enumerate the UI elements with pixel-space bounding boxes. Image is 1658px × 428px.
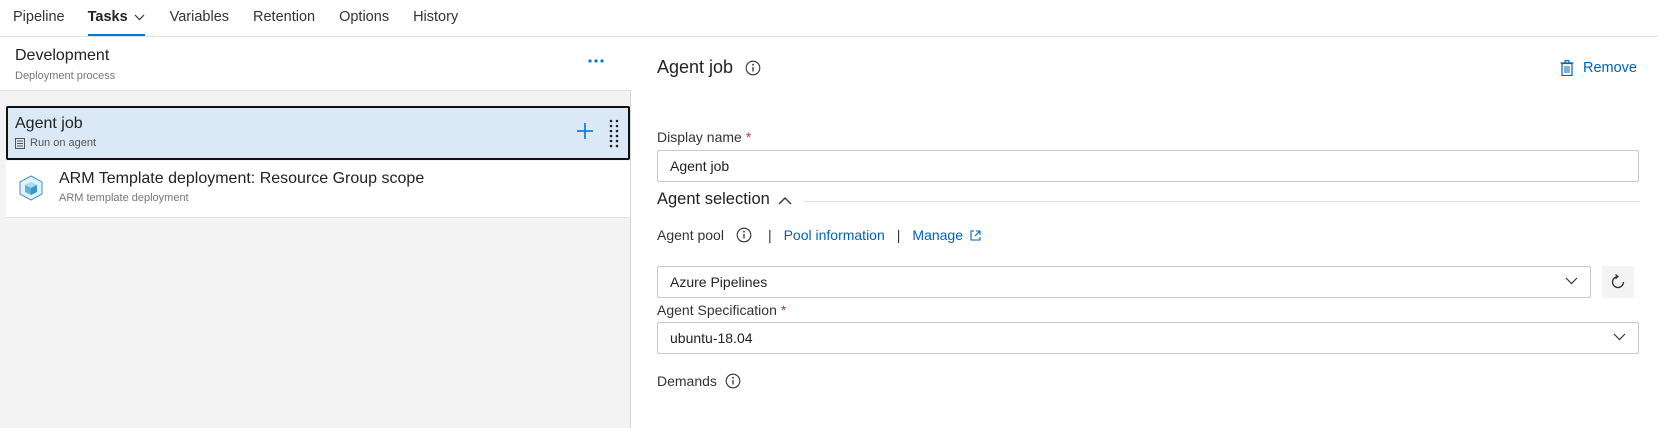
info-icon[interactable] [736, 227, 752, 243]
agent-pool-select[interactable]: Azure Pipelines [657, 266, 1591, 298]
required-marker: * [780, 302, 787, 318]
chevron-down-icon [1565, 277, 1578, 285]
info-icon[interactable] [745, 60, 761, 76]
section-title: Agent selection [657, 190, 770, 208]
arm-template-icon [19, 175, 43, 201]
tasks-panel: Development Deployment process Agent job… [0, 38, 631, 428]
agent-pool-row: Agent pool | Pool information | Manage [657, 227, 981, 243]
stage-title: Development [15, 47, 110, 64]
tab-history[interactable]: History [413, 0, 458, 36]
pool-information-link[interactable]: Pool information [784, 227, 885, 243]
server-icon [15, 137, 25, 149]
remove-button[interactable]: Remove [1560, 60, 1637, 76]
ellipsis-icon [588, 59, 604, 63]
tab-pipeline[interactable]: Pipeline [13, 0, 65, 36]
tab-bar: Pipeline Tasks Variables Retention Optio… [0, 0, 1658, 37]
task-item-arm-deployment[interactable]: ARM Template deployment: Resource Group … [6, 161, 630, 218]
chevron-up-icon[interactable] [778, 196, 792, 205]
display-name-input[interactable]: Agent job [657, 150, 1639, 182]
info-icon[interactable] [725, 373, 741, 389]
tab-options[interactable]: Options [339, 0, 389, 36]
required-marker: * [745, 129, 752, 145]
task-title: ARM Template deployment: Resource Group … [59, 170, 425, 187]
refresh-icon [1611, 273, 1625, 289]
drag-handle-icon[interactable] [608, 118, 620, 150]
tab-retention[interactable]: Retention [253, 0, 315, 36]
display-name-label: Display name * [657, 129, 752, 145]
tab-variables[interactable]: Variables [170, 0, 229, 36]
stage-subtitle: Deployment process [15, 70, 116, 82]
demands-row: Demands [657, 373, 741, 389]
agent-job-item[interactable]: Agent job Run on agent [6, 106, 630, 160]
agent-spec-select[interactable]: ubuntu-18.04 [657, 322, 1639, 354]
details-title: Agent job [657, 57, 761, 78]
task-subtitle: ARM template deployment [59, 192, 189, 204]
refresh-button[interactable] [1602, 266, 1634, 298]
external-link-icon [970, 229, 981, 241]
more-options-button[interactable] [586, 50, 606, 70]
agent-selection-section: Agent selection [657, 190, 1639, 209]
add-task-icon[interactable] [574, 120, 596, 142]
agent-job-subtitle: Run on agent [15, 137, 96, 149]
tab-tasks[interactable]: Tasks [87, 0, 145, 36]
job-details-panel: Agent job Remove Display name * Agent job… [632, 38, 1658, 428]
chevron-down-icon [1613, 333, 1626, 341]
manage-link[interactable]: Manage [912, 227, 963, 243]
divider [803, 200, 1639, 202]
trash-icon [1560, 60, 1574, 76]
agent-spec-label: Agent Specification * [657, 302, 787, 318]
stage-header[interactable]: Development Deployment process [0, 38, 631, 91]
chevron-down-icon [134, 14, 145, 21]
agent-job-title: Agent job [15, 115, 83, 132]
